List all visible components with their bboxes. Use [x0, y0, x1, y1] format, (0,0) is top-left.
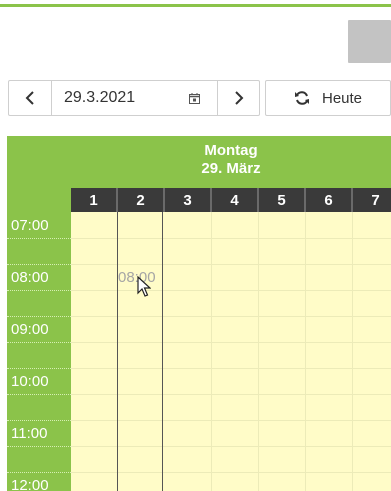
half-hour-divider — [7, 238, 71, 239]
column-divider — [162, 212, 163, 491]
refresh-icon — [294, 91, 309, 105]
grid-line — [71, 290, 391, 291]
day-header: Montag 29. März — [71, 136, 391, 188]
grid-line — [71, 342, 391, 343]
date-input[interactable]: 29.3.2021 — [51, 80, 218, 116]
time-label: 11:00 — [11, 425, 48, 442]
chevron-left-icon — [25, 91, 34, 105]
calendar-icon[interactable] — [189, 93, 200, 104]
toolbar-action-button[interactable] — [348, 20, 391, 63]
time-label: 09:00 — [11, 321, 49, 338]
resource-header: 7 — [353, 188, 391, 212]
day-weekday: Montag — [204, 142, 258, 159]
resource-header: 2 — [118, 188, 165, 212]
grid-line — [71, 394, 391, 395]
resource-header: 6 — [306, 188, 353, 212]
column-divider — [258, 212, 259, 491]
column-divider — [211, 212, 212, 491]
next-day-button[interactable] — [217, 80, 260, 116]
column-divider — [117, 212, 118, 491]
chevron-right-icon — [234, 91, 243, 105]
today-label: Heute — [321, 89, 363, 107]
resource-header: 3 — [165, 188, 212, 212]
header-corner — [7, 136, 71, 212]
hour-divider — [7, 368, 71, 369]
half-hour-divider — [7, 290, 71, 291]
half-hour-divider — [7, 446, 71, 447]
day-scheduler: Montag 29. März 1 2 3 4 5 6 7 07:00 08:0… — [0, 136, 391, 491]
mouse-cursor-icon — [137, 276, 151, 297]
hour-divider — [7, 420, 71, 421]
grid-line — [71, 316, 391, 317]
time-label: 12:00 — [11, 477, 49, 491]
resource-header-row: 1 2 3 4 5 6 7 — [71, 188, 391, 212]
time-label: 08:00 — [11, 269, 49, 286]
resource-header: 5 — [259, 188, 306, 212]
prev-day-button[interactable] — [8, 80, 52, 116]
grid-line — [71, 264, 391, 265]
time-label: 07:00 — [11, 217, 49, 234]
half-hour-divider — [7, 342, 71, 343]
grid-line — [71, 420, 391, 421]
resource-header: 4 — [212, 188, 259, 212]
grid-line — [71, 472, 391, 473]
column-divider — [305, 212, 306, 491]
date-value: 29.3.2021 — [64, 89, 136, 106]
resource-header: 1 — [71, 188, 118, 212]
today-button[interactable]: Heute — [265, 80, 391, 116]
time-label: 10:00 — [11, 373, 49, 390]
hour-divider — [7, 316, 71, 317]
hour-divider — [7, 472, 71, 473]
grid-line — [71, 446, 391, 447]
column-divider — [352, 212, 353, 491]
hour-divider — [7, 264, 71, 265]
grid-line — [71, 238, 391, 239]
grid-line — [71, 368, 391, 369]
day-date: 29. März — [201, 160, 261, 177]
half-hour-divider — [7, 394, 71, 395]
time-slot-grid[interactable]: 08:00 — [71, 212, 391, 491]
time-column: 07:00 08:00 09:00 10:00 11:00 12:00 — [7, 212, 71, 491]
top-accent-rule — [0, 4, 391, 7]
